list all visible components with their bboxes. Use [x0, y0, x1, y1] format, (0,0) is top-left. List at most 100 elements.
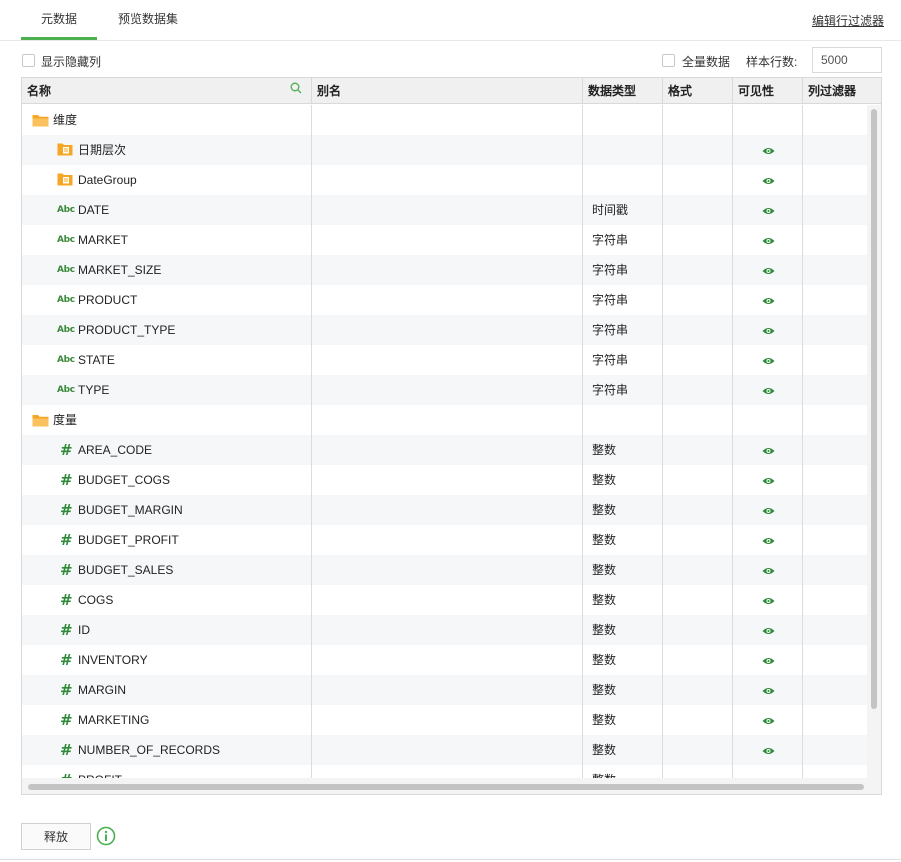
table-row[interactable]: 日期层次: [22, 135, 867, 165]
row-data-type[interactable]: 整数: [592, 615, 616, 645]
row-name: MARGIN: [78, 683, 126, 697]
row-data-type[interactable]: 字符串: [592, 285, 628, 315]
release-button[interactable]: 释放: [21, 823, 91, 850]
tab-metadata[interactable]: 元数据: [21, 0, 97, 40]
table-row[interactable]: # BUDGET_MARGIN 整数: [22, 495, 867, 525]
table-row[interactable]: Abc PRODUCT 字符串: [22, 285, 867, 315]
row-data-type[interactable]: 整数: [592, 495, 616, 525]
eye-icon[interactable]: [762, 595, 775, 605]
table-row[interactable]: # BUDGET_COGS 整数: [22, 465, 867, 495]
eye-icon[interactable]: [762, 355, 775, 365]
table-row[interactable]: Abc MARKET 字符串: [22, 225, 867, 255]
eye-icon[interactable]: [762, 685, 775, 695]
eye-icon[interactable]: [762, 445, 775, 455]
row-name: ID: [78, 623, 90, 637]
eye-icon[interactable]: [762, 145, 775, 155]
row-name: PRODUCT: [78, 293, 138, 307]
table-row[interactable]: # INVENTORY 整数: [22, 645, 867, 675]
table-row[interactable]: # COGS 整数: [22, 585, 867, 615]
table-row[interactable]: Abc DATE 时间戳: [22, 195, 867, 225]
show-hidden-checkbox[interactable]: [22, 54, 35, 67]
row-data-type[interactable]: 时间戳: [592, 195, 628, 225]
row-name: STATE: [78, 353, 115, 367]
column-divider: [311, 105, 312, 778]
row-name: TYPE: [78, 383, 110, 397]
row-data-type[interactable]: 整数: [592, 705, 616, 735]
eye-icon[interactable]: [762, 235, 775, 245]
bottom-divider: [0, 859, 901, 860]
table-row[interactable]: # ID 整数: [22, 615, 867, 645]
eye-icon[interactable]: [762, 205, 775, 215]
row-name: AREA_CODE: [78, 443, 153, 457]
eye-icon[interactable]: [762, 715, 775, 725]
row-data-type[interactable]: 整数: [592, 765, 616, 778]
table-row[interactable]: # AREA_CODE 整数: [22, 435, 867, 465]
row-data-type[interactable]: 整数: [592, 525, 616, 555]
table-row[interactable]: # BUDGET_SALES 整数: [22, 555, 867, 585]
column-header-datatype[interactable]: 数据类型: [583, 78, 663, 104]
table-row[interactable]: Abc TYPE 字符串: [22, 375, 867, 405]
eye-icon[interactable]: [762, 745, 775, 755]
folder-icon: [32, 413, 49, 430]
numeric-type-icon: #: [60, 741, 73, 759]
table-row[interactable]: DateGroup: [22, 165, 867, 195]
eye-icon[interactable]: [762, 475, 775, 485]
table-group-row[interactable]: 维度: [22, 105, 867, 135]
eye-icon[interactable]: [762, 505, 775, 515]
column-header-visibility[interactable]: 可见性: [733, 78, 803, 104]
numeric-type-icon: #: [60, 591, 73, 609]
row-name: 度量: [53, 413, 78, 427]
column-header-name[interactable]: 名称: [22, 78, 312, 104]
numeric-type-icon: #: [60, 441, 73, 459]
show-hidden-label: 显示隐藏列: [41, 55, 102, 69]
search-icon[interactable]: [290, 82, 302, 94]
row-data-type[interactable]: 字符串: [592, 315, 628, 345]
table-row[interactable]: # NUMBER_OF_RECORDS 整数: [22, 735, 867, 765]
table-row[interactable]: Abc MARKET_SIZE 字符串: [22, 255, 867, 285]
eye-icon[interactable]: [762, 385, 775, 395]
eye-icon[interactable]: [762, 655, 775, 665]
column-divider: [582, 105, 583, 778]
table-row[interactable]: Abc PRODUCT_TYPE 字符串: [22, 315, 867, 345]
horizontal-scrollbar-thumb[interactable]: [28, 784, 864, 790]
row-data-type[interactable]: 字符串: [592, 375, 628, 405]
table-row[interactable]: # MARGIN 整数: [22, 675, 867, 705]
eye-icon[interactable]: [762, 565, 775, 575]
string-type-icon: Abc: [57, 385, 75, 395]
eye-icon[interactable]: [762, 175, 775, 185]
row-data-type[interactable]: 字符串: [592, 225, 628, 255]
edit-row-filter-link[interactable]: 编辑行过滤器: [812, 12, 884, 29]
row-data-type[interactable]: 字符串: [592, 255, 628, 285]
row-data-type[interactable]: 整数: [592, 555, 616, 585]
all-data-checkbox[interactable]: [662, 54, 675, 67]
vertical-scrollbar-thumb[interactable]: [871, 109, 877, 709]
column-header-column-filter[interactable]: 列过滤器: [803, 78, 881, 104]
info-icon[interactable]: [96, 826, 116, 846]
row-data-type[interactable]: 整数: [592, 645, 616, 675]
numeric-type-icon: #: [60, 621, 73, 639]
table-row[interactable]: # PROFIT 整数: [22, 765, 867, 778]
row-data-type[interactable]: 字符串: [592, 345, 628, 375]
eye-icon[interactable]: [762, 625, 775, 635]
column-header-alias[interactable]: 别名: [312, 78, 583, 104]
column-header-format[interactable]: 格式: [663, 78, 733, 104]
row-data-type[interactable]: 整数: [592, 735, 616, 765]
numeric-type-icon: #: [60, 651, 73, 669]
row-data-type[interactable]: 整数: [592, 435, 616, 465]
table-row[interactable]: Abc STATE 字符串: [22, 345, 867, 375]
eye-icon[interactable]: [762, 295, 775, 305]
tab-preview-dataset[interactable]: 预览数据集: [108, 0, 188, 41]
row-name: PRODUCT_TYPE: [78, 323, 176, 337]
table-group-row[interactable]: 度量: [22, 405, 867, 435]
row-data-type[interactable]: 整数: [592, 585, 616, 615]
eye-icon[interactable]: [762, 535, 775, 545]
sample-rows-input[interactable]: [812, 47, 882, 73]
table-row[interactable]: # BUDGET_PROFIT 整数: [22, 525, 867, 555]
row-data-type[interactable]: 整数: [592, 465, 616, 495]
numeric-type-icon: #: [60, 711, 73, 729]
row-data-type[interactable]: 整数: [592, 675, 616, 705]
eye-icon[interactable]: [762, 325, 775, 335]
row-name: NUMBER_OF_RECORDS: [78, 743, 221, 757]
eye-icon[interactable]: [762, 265, 775, 275]
table-row[interactable]: # MARKETING 整数: [22, 705, 867, 735]
